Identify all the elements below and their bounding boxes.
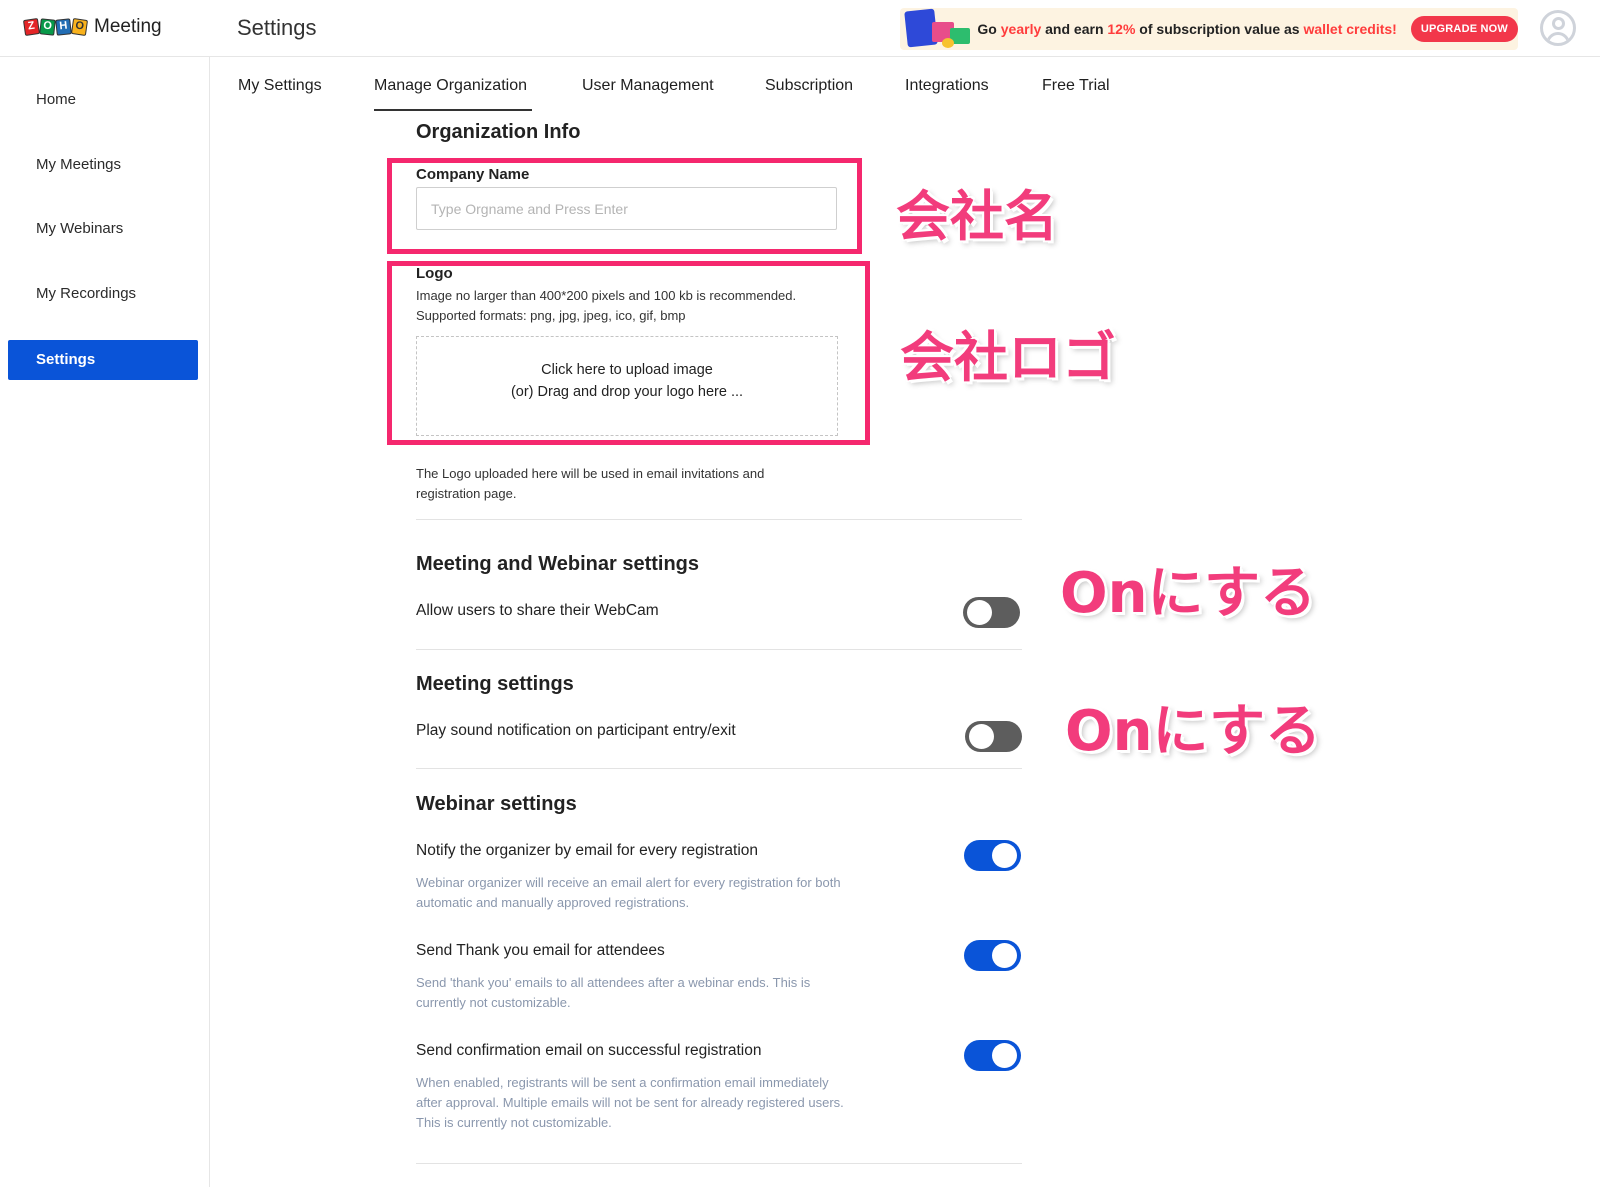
confirmation-email-toggle[interactable] bbox=[964, 1040, 1021, 1071]
promo-text-part: of subscription value as bbox=[1135, 21, 1304, 37]
gift-icon bbox=[902, 8, 971, 50]
promo-text: Go yearly and earn 12% of subscription v… bbox=[977, 21, 1396, 37]
page-title: Settings bbox=[237, 15, 317, 40]
logo-letter: O bbox=[39, 18, 56, 36]
company-name-annotation: 会社名 bbox=[896, 185, 1058, 248]
logo-letter: O bbox=[70, 18, 89, 36]
divider bbox=[416, 768, 1022, 769]
promo-text-part: Go bbox=[977, 21, 1001, 37]
company-logo-annotation: 会社ロゴ bbox=[900, 326, 1116, 389]
notify-organizer-label: Notify the organizer by email for every … bbox=[416, 842, 759, 859]
confirmation-email-desc: When enabled, registrants will be sent a… bbox=[416, 1075, 829, 1090]
webinar-settings-title: Webinar settings bbox=[416, 793, 577, 815]
brand[interactable]: Z O H O Meeting bbox=[22, 16, 162, 38]
notify-organizer-desc: Webinar organizer will receive an email … bbox=[416, 875, 841, 890]
divider bbox=[416, 1163, 1022, 1164]
promo-highlight: wallet credits! bbox=[1303, 21, 1397, 37]
logo-letter: H bbox=[55, 18, 72, 36]
webcam-toggle[interactable] bbox=[963, 597, 1020, 628]
turn-on-annotation: Onにする bbox=[1065, 699, 1322, 764]
webcam-setting-label: Allow users to share their WebCam bbox=[416, 602, 659, 619]
divider bbox=[416, 649, 1022, 650]
turn-on-annotation: Onにする bbox=[1060, 561, 1317, 626]
thank-you-email-label: Send Thank you email for attendees bbox=[416, 942, 665, 959]
sidebar-item-my-webinars[interactable]: My Webinars bbox=[8, 209, 198, 249]
thank-you-email-toggle[interactable] bbox=[964, 940, 1021, 971]
zoho-logo-icon: Z O H O bbox=[22, 18, 89, 36]
promo-highlight: yearly bbox=[1000, 21, 1042, 37]
company-logo-highlight-box bbox=[387, 261, 870, 445]
promo-banner: Go yearly and earn 12% of subscription v… bbox=[900, 8, 1518, 50]
brand-name: Meeting bbox=[94, 16, 162, 37]
sidebar-item-home[interactable]: Home bbox=[8, 80, 198, 120]
page: Z O H O Meeting Settings Go yearly and e… bbox=[0, 0, 1600, 1187]
tab-manage-organization[interactable]: Manage Organization bbox=[374, 77, 532, 111]
top-header: Z O H O Meeting Settings Go yearly and e… bbox=[0, 0, 1600, 57]
sidebar-item-my-meetings[interactable]: My Meetings bbox=[8, 145, 198, 185]
promo-text-part: and earn bbox=[1041, 21, 1108, 37]
sidebar-item-settings[interactable]: Settings bbox=[8, 340, 198, 380]
promo-highlight: 12% bbox=[1107, 21, 1136, 37]
logo-letter: Z bbox=[22, 18, 41, 36]
confirmation-email-desc: after approval. Multiple emails will not… bbox=[416, 1095, 844, 1110]
sound-notification-toggle[interactable] bbox=[965, 721, 1022, 752]
sidebar: Home My Meetings My Webinars My Recordin… bbox=[0, 57, 210, 1187]
notify-organizer-desc: automatic and manually approved registra… bbox=[416, 895, 690, 910]
sidebar-item-my-recordings[interactable]: My Recordings bbox=[8, 274, 198, 314]
divider bbox=[416, 519, 1022, 520]
user-avatar-icon[interactable] bbox=[1540, 10, 1576, 46]
tab-integrations[interactable]: Integrations bbox=[905, 77, 989, 111]
confirmation-email-label: Send confirmation email on successful re… bbox=[416, 1042, 762, 1059]
logo-usage-note: registration page. bbox=[416, 486, 517, 501]
confirmation-email-desc: This is currently not customizable. bbox=[416, 1115, 612, 1130]
logo-usage-note: The Logo uploaded here will be used in e… bbox=[416, 466, 765, 481]
tab-free-trial[interactable]: Free Trial bbox=[1042, 77, 1110, 111]
thank-you-email-desc: currently not customizable. bbox=[416, 995, 571, 1010]
notify-organizer-toggle[interactable] bbox=[964, 840, 1021, 871]
thank-you-email-desc: Send 'thank you' emails to all attendees… bbox=[416, 975, 811, 990]
tab-user-management[interactable]: User Management bbox=[582, 77, 714, 111]
meeting-settings-title: Meeting settings bbox=[416, 673, 574, 695]
meeting-webinar-settings-title: Meeting and Webinar settings bbox=[416, 553, 699, 575]
organization-info-title: Organization Info bbox=[416, 121, 581, 143]
tab-subscription[interactable]: Subscription bbox=[765, 77, 853, 111]
sound-notification-label: Play sound notification on participant e… bbox=[416, 722, 736, 739]
company-name-highlight-box bbox=[387, 158, 862, 254]
tab-my-settings[interactable]: My Settings bbox=[238, 77, 322, 111]
upgrade-now-button[interactable]: UPGRADE NOW bbox=[1410, 16, 1518, 42]
